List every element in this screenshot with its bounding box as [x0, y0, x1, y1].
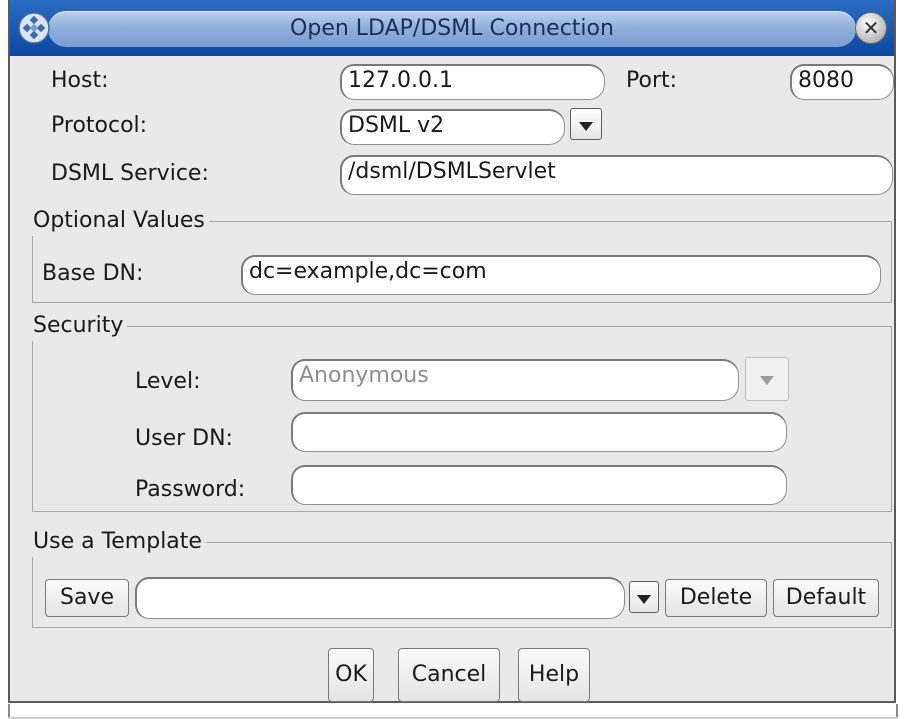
- template-title: Use a Template: [31, 527, 206, 557]
- ok-button[interactable]: OK: [328, 648, 374, 702]
- help-button[interactable]: Help: [518, 648, 590, 702]
- title-pill: Open LDAP/DSML Connection: [48, 11, 856, 47]
- chevron-down-icon: [579, 122, 593, 131]
- password-input[interactable]: [291, 465, 787, 505]
- close-icon[interactable]: ✕: [855, 12, 887, 44]
- template-select[interactable]: [135, 577, 625, 619]
- template-dropdown-button[interactable]: [629, 581, 659, 613]
- level-select[interactable]: Anonymous: [291, 359, 739, 401]
- default-template-button[interactable]: Default: [773, 579, 879, 617]
- port-input[interactable]: 8080: [790, 64, 894, 100]
- delete-template-button[interactable]: Delete: [665, 579, 767, 617]
- base-dn-input[interactable]: dc=example,dc=com: [241, 255, 881, 295]
- protocol-label: Protocol:: [51, 113, 148, 138]
- app-diamond-icon[interactable]: [18, 12, 50, 44]
- host-input[interactable]: 127.0.0.1: [340, 64, 605, 100]
- chevron-down-icon: [637, 595, 651, 604]
- protocol-select[interactable]: DSML v2: [340, 109, 565, 145]
- chevron-down-icon: [760, 376, 774, 385]
- security-group: Security Level: Anonymous User DN: Passw…: [31, 311, 892, 512]
- password-label: Password:: [135, 477, 246, 502]
- window-title: Open LDAP/DSML Connection: [290, 16, 614, 41]
- template-group: Use a Template Save Delete Default: [31, 527, 892, 628]
- user-dn-input[interactable]: [291, 412, 787, 452]
- base-dn-label: Base DN:: [42, 261, 144, 286]
- host-label: Host:: [51, 68, 109, 93]
- dsml-service-input[interactable]: /dsml/DSMLServlet: [340, 155, 893, 195]
- cancel-button[interactable]: Cancel: [398, 648, 500, 702]
- dialog-window: Open LDAP/DSML Connection ✕ Host: 127.0.…: [8, 0, 896, 703]
- dsml-service-label: DSML Service:: [51, 161, 209, 186]
- port-label: Port:: [626, 68, 678, 93]
- optional-values-title: Optional Values: [31, 206, 209, 236]
- save-template-button[interactable]: Save: [45, 579, 129, 617]
- title-bar[interactable]: Open LDAP/DSML Connection ✕: [10, 0, 894, 56]
- protocol-dropdown-button[interactable]: [570, 108, 602, 140]
- user-dn-label: User DN:: [135, 426, 233, 451]
- level-dropdown-button[interactable]: [745, 357, 789, 401]
- security-title: Security: [31, 311, 128, 341]
- level-label: Level:: [135, 369, 201, 394]
- optional-values-group: Optional Values Base DN: dc=example,dc=c…: [31, 206, 892, 303]
